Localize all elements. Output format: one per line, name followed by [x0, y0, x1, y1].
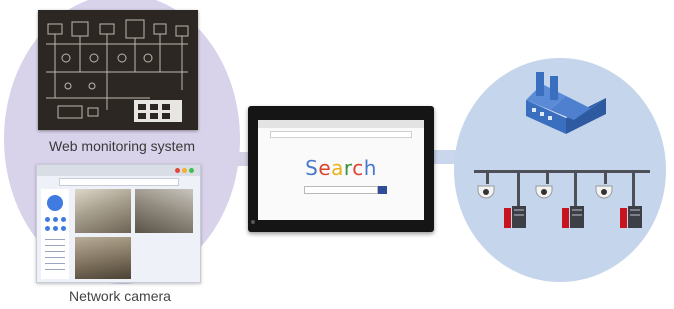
tablet-home-button[interactable] — [251, 220, 255, 224]
plc-unit-icon — [504, 206, 526, 228]
search-input[interactable] — [304, 186, 378, 194]
browser-window — [36, 164, 201, 283]
tablet-address-bar[interactable] — [270, 131, 412, 138]
camera-view-2[interactable] — [135, 189, 193, 233]
avatar — [47, 195, 63, 211]
schematic-diagram-icon — [46, 19, 189, 122]
window-maximize-dot[interactable] — [189, 168, 194, 173]
window-minimize-dot[interactable] — [182, 168, 187, 173]
browser-address-bar[interactable] — [59, 178, 179, 186]
window-close-dot[interactable] — [175, 168, 180, 173]
tablet-screen: Search — [258, 120, 424, 220]
menu-lines — [45, 239, 65, 273]
search-button[interactable] — [378, 186, 387, 194]
search-letter: h — [363, 156, 377, 180]
factory-icon — [526, 72, 606, 134]
camera-view-1[interactable] — [75, 189, 131, 233]
tablet-browser-tabbar — [258, 120, 424, 128]
schematic-panel — [38, 10, 198, 130]
browser-titlebar — [37, 165, 200, 176]
dot-row-2 — [45, 226, 69, 232]
network-camera-label: Network camera — [69, 288, 171, 304]
search-letter: c — [352, 156, 364, 180]
camera-view-3[interactable] — [75, 237, 131, 279]
dome-camera-icon — [595, 185, 613, 199]
search-letter: S — [305, 156, 319, 180]
dot-row-1 — [45, 217, 69, 223]
dome-camera-icon — [535, 185, 553, 199]
search-letter: a — [331, 156, 344, 180]
dome-camera-icon — [477, 185, 495, 199]
search-title: Search — [258, 156, 424, 180]
web-monitoring-label: Web monitoring system — [48, 138, 195, 154]
plc-unit-icon — [562, 206, 584, 228]
plc-unit-icon — [620, 206, 642, 228]
browser-sidebar — [41, 189, 69, 279]
search-letter: e — [318, 156, 332, 180]
tablet: Search — [248, 106, 434, 232]
search-letter: r — [343, 156, 353, 180]
